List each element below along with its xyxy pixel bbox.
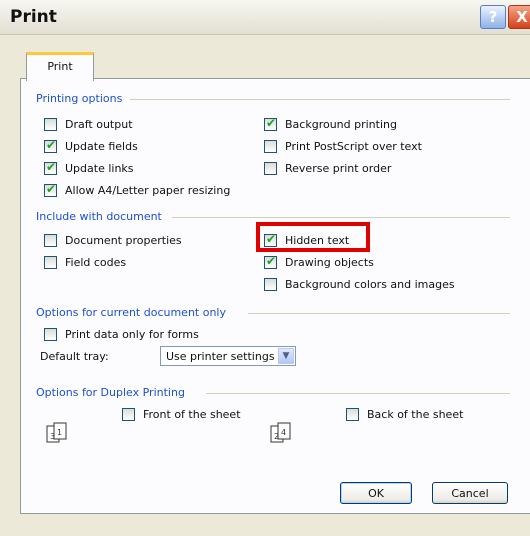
duplex-front-icon: 3 1	[46, 422, 67, 443]
svg-text:1: 1	[57, 428, 62, 437]
update-links-label: Update links	[65, 162, 134, 175]
current-document-title: Options for current document only	[36, 306, 227, 319]
default-tray-select[interactable]: Use printer settings ▼	[160, 346, 296, 366]
reverse-print-order-label: Reverse print order	[285, 162, 392, 175]
background-printing-label: Background printing	[285, 118, 397, 131]
drawing-objects-checkbox[interactable]: ✔	[264, 254, 277, 269]
ok-button[interactable]: OK	[340, 482, 412, 504]
front-of-sheet-label: Front of the sheet	[143, 408, 241, 421]
checkmark-icon: ✔	[46, 160, 57, 174]
title-bar: Print ? X	[0, 0, 530, 35]
duplex-title: Options for Duplex Printing	[36, 386, 185, 399]
reverse-print-order-checkbox[interactable]	[264, 162, 277, 175]
update-fields-label: Update fields	[65, 140, 138, 153]
background-printing-checkbox[interactable]: ✔	[264, 116, 277, 131]
draft-output-checkbox[interactable]	[44, 118, 57, 131]
back-of-sheet-checkbox[interactable]	[346, 408, 359, 421]
update-fields-checkbox[interactable]: ✔	[44, 138, 57, 153]
tab-print[interactable]: Print	[26, 52, 94, 81]
highlight-box	[256, 222, 370, 252]
print-data-only-checkbox[interactable]	[44, 328, 57, 341]
back-of-sheet-label: Back of the sheet	[367, 408, 464, 421]
group-divider	[130, 99, 510, 100]
include-with-document-title: Include with document	[36, 210, 162, 223]
svg-text:2: 2	[274, 432, 279, 441]
front-of-sheet-checkbox[interactable]	[122, 408, 135, 421]
default-tray-label: Default tray:	[40, 350, 109, 363]
checkmark-icon: ✔	[46, 138, 57, 152]
background-colors-checkbox[interactable]	[264, 278, 277, 291]
default-tray-value: Use printer settings	[166, 350, 275, 363]
checkmark-icon: ✔	[46, 182, 57, 196]
drawing-objects-label: Drawing objects	[285, 256, 374, 269]
printing-options-title: Printing options	[36, 92, 123, 105]
field-codes-label: Field codes	[65, 256, 127, 269]
group-divider	[206, 393, 510, 394]
dialog-title: Print	[10, 7, 57, 27]
allow-a4-letter-label: Allow A4/Letter paper resizing	[65, 184, 231, 197]
chevron-down-icon[interactable]: ▼	[278, 348, 294, 364]
document-properties-label: Document properties	[65, 234, 182, 247]
draft-output-label: Draft output	[65, 118, 133, 131]
print-data-only-label: Print data only for forms	[65, 328, 199, 341]
cancel-button[interactable]: Cancel	[432, 482, 508, 504]
duplex-back-icon: 2 4	[270, 422, 291, 443]
field-codes-checkbox[interactable]	[44, 256, 57, 269]
update-links-checkbox[interactable]: ✔	[44, 160, 57, 175]
allow-a4-letter-checkbox[interactable]: ✔	[44, 182, 57, 197]
svg-text:4: 4	[281, 428, 286, 437]
group-divider	[172, 217, 510, 218]
svg-text:3: 3	[50, 432, 55, 441]
document-properties-checkbox[interactable]	[44, 234, 57, 247]
checkmark-icon: ✔	[266, 254, 277, 268]
print-postscript-label: Print PostScript over text	[285, 140, 422, 153]
print-dialog: Print ? X Print Printing options Draft o…	[0, 0, 530, 536]
help-button[interactable]: ?	[480, 5, 506, 29]
close-button[interactable]: X	[508, 5, 530, 29]
print-postscript-checkbox[interactable]	[264, 140, 277, 153]
group-divider	[248, 313, 510, 314]
background-colors-label: Background colors and images	[285, 278, 455, 291]
checkmark-icon: ✔	[266, 116, 277, 130]
